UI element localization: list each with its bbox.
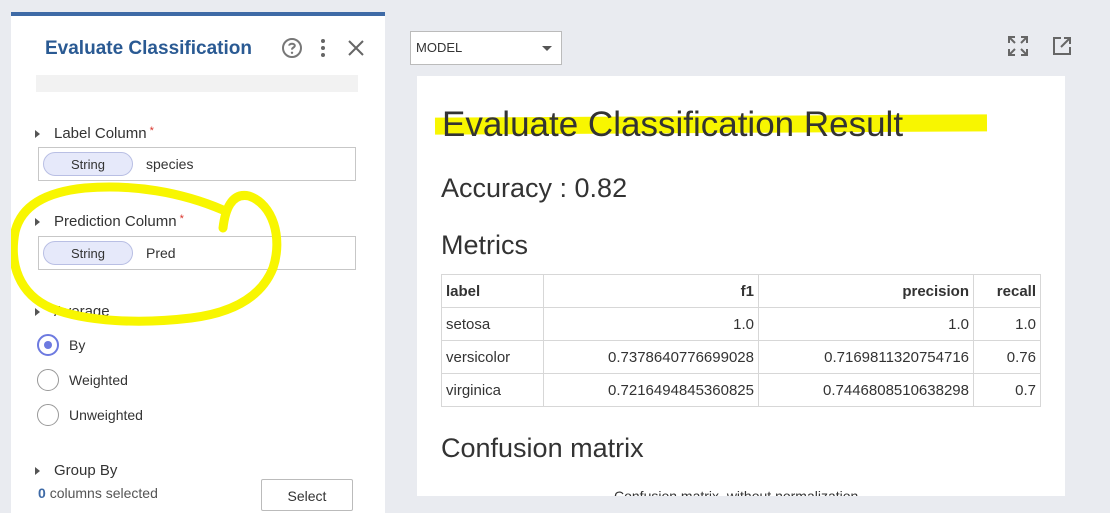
table-cell: 0.7446808510638298 [758, 373, 974, 407]
radio-label: Weighted [69, 372, 128, 388]
table-cell: virginica [441, 373, 544, 407]
column-header: label [441, 274, 544, 308]
label-column-label: Label Column * [54, 125, 154, 142]
metrics-heading: Metrics [441, 230, 528, 260]
collapse-triangle-icon[interactable] [35, 467, 40, 475]
table-cell: 1.0 [543, 307, 759, 341]
radio-option-unweighted[interactable]: Unweighted [37, 404, 143, 426]
result-content: Evaluate Classification Result Accuracy … [417, 76, 1065, 496]
table-cell: 1.0 [758, 307, 974, 341]
table-cell: setosa [441, 307, 544, 341]
group-by-label: Group By [54, 462, 118, 479]
help-icon[interactable] [280, 36, 304, 60]
type-pill: String [43, 152, 133, 176]
table-cell: 0.7216494845360825 [543, 373, 759, 407]
table-cell: 0.76 [973, 340, 1041, 374]
label-column-field[interactable]: String species [38, 147, 356, 181]
collapse-triangle-icon[interactable] [35, 218, 40, 226]
table-header-row: label f1 precision recall [441, 274, 1041, 308]
panel-title: Evaluate Classification [45, 38, 252, 59]
metrics-table: label f1 precision recall setosa 1.0 1.0… [441, 274, 1041, 407]
confusion-matrix-heading: Confusion matrix [441, 433, 644, 463]
radio-button[interactable] [37, 369, 59, 391]
prediction-column-value: Pred [146, 245, 176, 261]
accuracy-text: Accuracy : 0.82 [441, 173, 628, 203]
result-title: Evaluate Classification Result [442, 105, 904, 144]
radio-option-weighted[interactable]: Weighted [37, 369, 128, 391]
collapse-triangle-icon[interactable] [35, 130, 40, 138]
table-row: setosa 1.0 1.0 1.0 [441, 307, 1041, 341]
table-cell: versicolor [441, 340, 544, 374]
table-cell: 0.7 [973, 373, 1041, 407]
radio-button[interactable] [37, 404, 59, 426]
table-cell: 1.0 [973, 307, 1041, 341]
open-in-new-icon[interactable] [1051, 35, 1075, 59]
fullscreen-icon[interactable] [1007, 35, 1031, 59]
radio-option-by[interactable]: By [37, 334, 85, 356]
column-header: recall [973, 274, 1041, 308]
radio-button[interactable] [37, 334, 59, 356]
table-row: virginica 0.7216494845360825 0.744680851… [441, 373, 1041, 407]
collapse-triangle-icon[interactable] [35, 308, 40, 316]
confusion-matrix-subtitle: Confusion matrix, without normalization [614, 488, 859, 496]
table-row: versicolor 0.7378640776699028 0.71698113… [441, 340, 1041, 374]
table-cell: 0.7169811320754716 [758, 340, 974, 374]
average-label: Average [54, 303, 110, 320]
column-header: precision [758, 274, 974, 308]
column-header: f1 [543, 274, 759, 308]
select-columns-button[interactable]: Select [261, 479, 353, 511]
prediction-column-label: Prediction Column * [54, 213, 184, 230]
table-cell: 0.7378640776699028 [543, 340, 759, 374]
radio-label: By [69, 337, 86, 353]
radio-label: Unweighted [69, 407, 143, 423]
prediction-column-field[interactable]: String Pred [38, 236, 356, 270]
columns-selected-text: 0 columns selected [38, 485, 158, 501]
model-dropdown[interactable]: MODEL [410, 31, 562, 65]
evaluate-classification-panel: Evaluate Classification Label Column * St… [11, 12, 385, 513]
label-column-value: species [146, 156, 194, 172]
type-pill: String [43, 241, 133, 265]
more-vert-icon[interactable] [311, 36, 335, 60]
chevron-down-icon [542, 46, 552, 51]
description-strip [36, 75, 358, 92]
close-icon[interactable] [344, 36, 368, 60]
